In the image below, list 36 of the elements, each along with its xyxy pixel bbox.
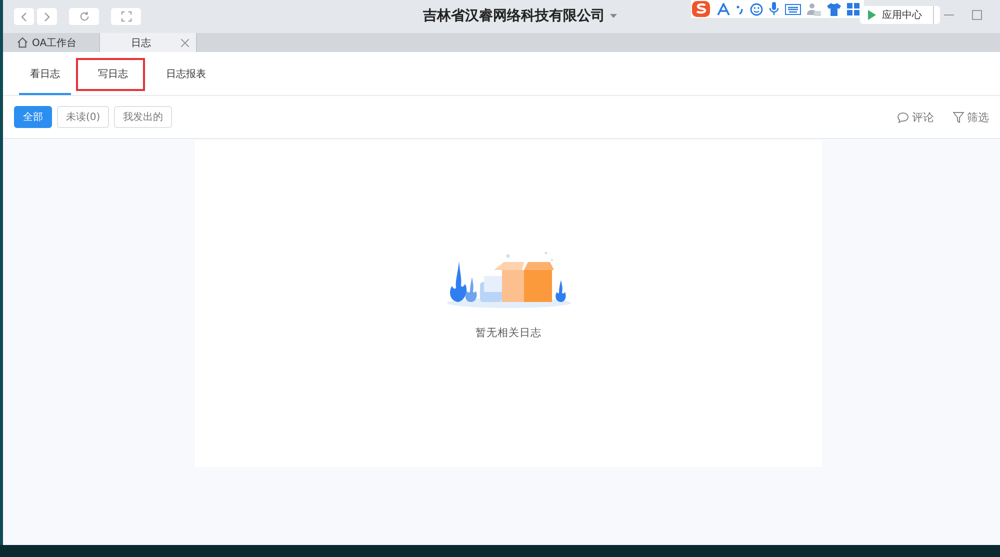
maximize-icon [972, 10, 982, 20]
maximize-button[interactable] [972, 10, 984, 22]
tab-label: 日志 [131, 36, 151, 50]
forward-icon [43, 12, 51, 22]
tab[interactable]: 日志报表 [155, 52, 217, 95]
caret-icon [610, 14, 617, 18]
font-icon[interactable] [717, 2, 730, 16]
comment-button[interactable]: 评论 [897, 110, 934, 124]
tab[interactable]: 写日志 [87, 52, 139, 95]
microphone-icon[interactable] [769, 2, 779, 16]
tab-label: OA工作台 [32, 36, 77, 50]
forward-button[interactable] [37, 8, 57, 25]
fullscreen-icon [120, 11, 132, 22]
back-icon [20, 12, 28, 22]
filter-button[interactable]: 我发出的 [114, 106, 172, 128]
shirt-icon[interactable] [827, 2, 841, 16]
app-center-button[interactable]: 应用中心 [860, 6, 940, 24]
refresh-button[interactable] [69, 8, 99, 25]
window-title[interactable]: 吉林省汉睿网络科技有限公司 [423, 7, 617, 25]
close-icon[interactable] [181, 38, 189, 46]
funnel-icon [953, 112, 964, 122]
smiley-icon[interactable] [750, 2, 763, 16]
refresh-icon [78, 11, 90, 22]
play-icon [868, 10, 876, 20]
user-icon[interactable] [807, 2, 821, 16]
document-tab[interactable]: 日志 [100, 33, 197, 52]
filter-button[interactable]: 未读(0) [57, 106, 110, 128]
keyboard-icon[interactable] [785, 4, 801, 14]
speech-bubble-icon [897, 112, 909, 122]
grid-icon[interactable] [847, 2, 860, 16]
fullscreen-button[interactable] [111, 8, 141, 25]
empty-message: 暂无相关日志 [476, 326, 542, 340]
punctuation-icon[interactable] [736, 3, 744, 15]
back-button[interactable] [14, 8, 34, 25]
filter-toggle[interactable]: 筛选 [953, 110, 989, 124]
home-icon [17, 37, 28, 48]
